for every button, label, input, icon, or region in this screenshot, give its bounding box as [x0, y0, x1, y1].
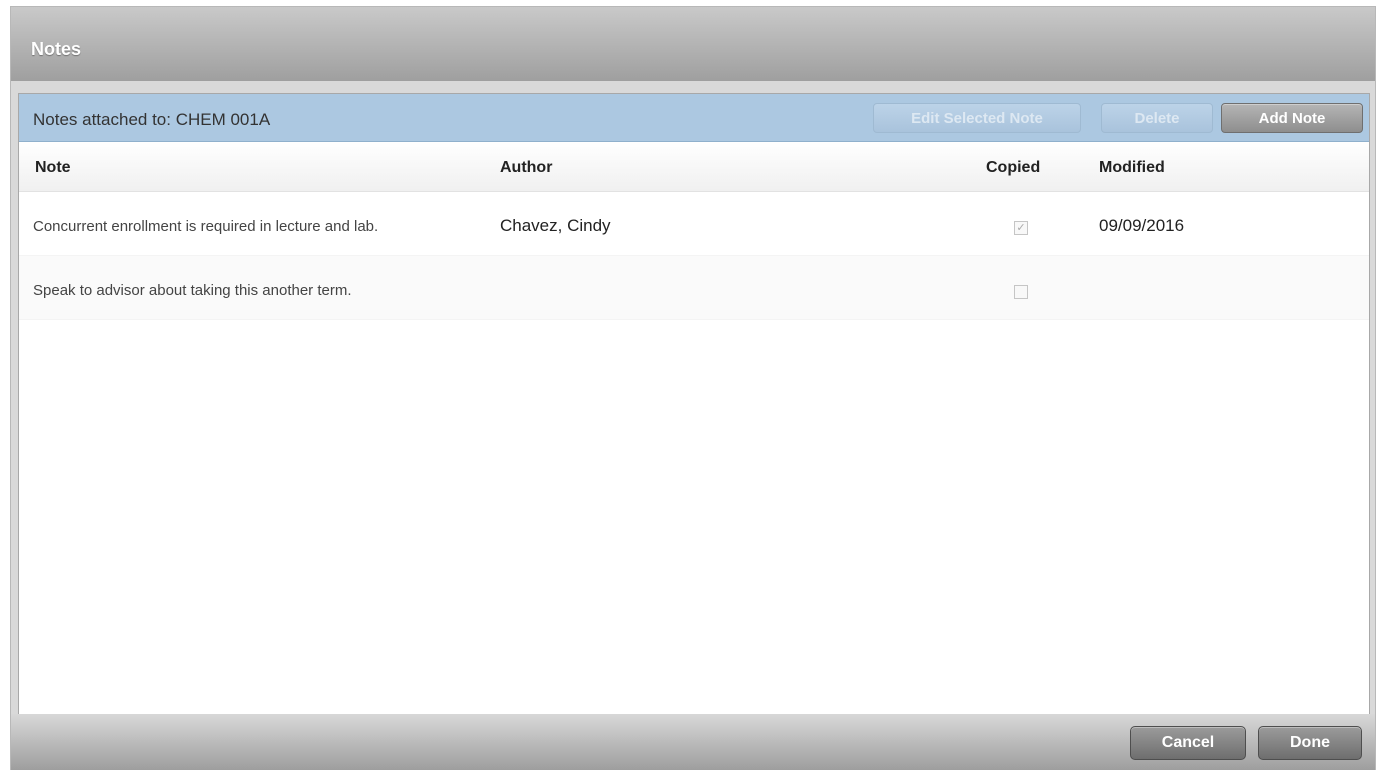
- table-row[interactable]: Speak to advisor about taking this anoth…: [19, 256, 1369, 320]
- modified-date: 09/09/2016: [1099, 216, 1185, 235]
- dialog-title-bar: Notes: [11, 7, 1375, 81]
- add-note-button[interactable]: Add Note: [1221, 103, 1363, 133]
- dialog-footer: Cancel Done: [11, 714, 1375, 770]
- column-header-note[interactable]: Note: [35, 159, 71, 177]
- edit-selected-note-button[interactable]: Edit Selected Note: [873, 103, 1081, 133]
- column-header-copied[interactable]: Copied: [986, 159, 1040, 177]
- notes-toolbar: Notes attached to: CHEM 001A Edit Select…: [19, 94, 1369, 142]
- column-header-modified[interactable]: Modified: [1099, 159, 1165, 177]
- notes-attached-label: Notes attached to: CHEM 001A: [33, 110, 271, 129]
- grid-header: Note Author Copied Modified: [19, 142, 1369, 192]
- table-row[interactable]: Concurrent enrollment is required in lec…: [19, 192, 1369, 256]
- column-header-author[interactable]: Author: [500, 159, 552, 177]
- note-text: Concurrent enrollment is required in lec…: [33, 218, 379, 235]
- copied-checkbox[interactable]: ✓: [1014, 221, 1028, 235]
- cancel-button[interactable]: Cancel: [1130, 726, 1246, 760]
- notes-panel: Notes attached to: CHEM 001A Edit Select…: [18, 93, 1370, 715]
- done-button[interactable]: Done: [1258, 726, 1362, 760]
- author-name: Chavez, Cindy: [500, 216, 611, 235]
- dialog-title: Notes: [31, 39, 82, 59]
- notes-dialog: Notes Notes attached to: CHEM 001A Edit …: [10, 6, 1376, 770]
- copied-checkbox[interactable]: [1014, 285, 1028, 299]
- delete-button[interactable]: Delete: [1101, 103, 1213, 133]
- note-text: Speak to advisor about taking this anoth…: [33, 282, 352, 299]
